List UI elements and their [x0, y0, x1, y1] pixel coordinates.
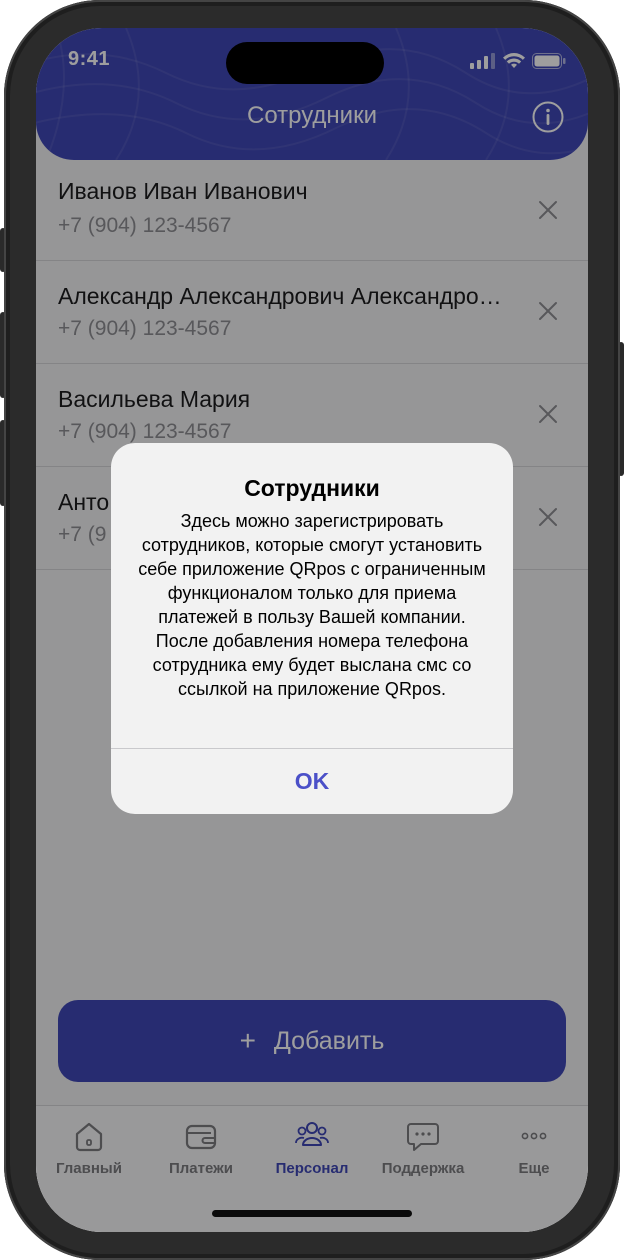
- home-indicator[interactable]: [212, 1210, 412, 1217]
- screen: 9:41 Сотрудники Иванов Иван Иванович +7 …: [36, 28, 588, 1232]
- alert-title: Сотрудники: [244, 475, 380, 501]
- phone-frame: 9:41 Сотрудники Иванов Иван Иванович +7 …: [0, 0, 624, 1260]
- ok-button[interactable]: OK: [111, 749, 513, 814]
- info-alert-dialog: Сотрудники Здесь можно зарегистрировать …: [111, 443, 513, 814]
- alert-message: Здесь можно зарегистрировать сотрудников…: [138, 511, 486, 699]
